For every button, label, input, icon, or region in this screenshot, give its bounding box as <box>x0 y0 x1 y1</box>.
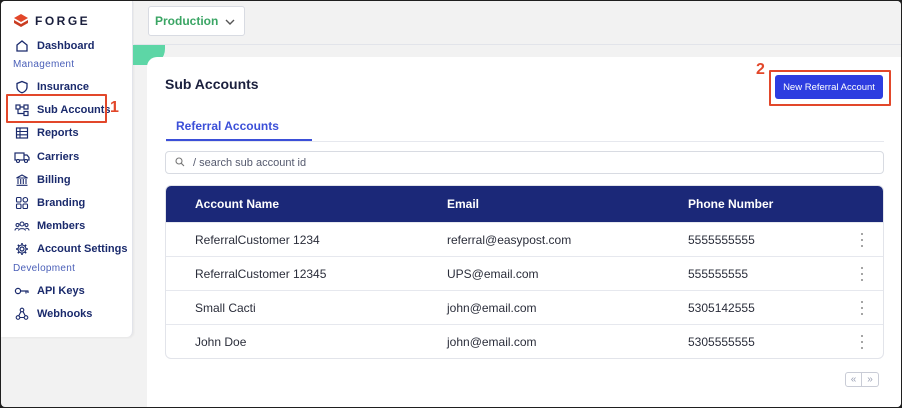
sidebar-item-webhooks[interactable]: Webhooks <box>13 304 92 324</box>
row-actions-menu-icon[interactable] <box>856 334 868 350</box>
sidebar-item-billing[interactable]: Billing <box>13 170 71 190</box>
sidebar-item-branding[interactable]: Branding <box>13 193 85 213</box>
cell-account-name: ReferralCustomer 12345 <box>195 267 327 281</box>
table-row[interactable]: Small Cacti john@email.com 5305142555 <box>166 290 883 324</box>
sidebar-item-label: Dashboard <box>37 40 95 52</box>
bank-icon <box>13 171 31 189</box>
cell-account-name: Small Cacti <box>195 301 256 315</box>
top-bar: Production <box>134 1 901 45</box>
sidebar-item-carriers[interactable]: Carriers <box>13 147 79 167</box>
tab-referral-accounts[interactable]: Referral Accounts <box>176 119 279 133</box>
forge-logo-icon <box>14 14 28 27</box>
annotation-number-1: 1 <box>110 99 119 116</box>
search-input[interactable] <box>193 156 853 169</box>
app-window: FORGE Dashboard Management Insurance Sub… <box>1 1 901 407</box>
sidebar: FORGE Dashboard Management Insurance Sub… <box>1 1 133 337</box>
pagination: « » <box>845 372 879 387</box>
brand-name: FORGE <box>35 14 91 28</box>
people-icon <box>13 217 31 235</box>
column-header-email[interactable]: Email <box>447 197 479 211</box>
home-icon <box>13 37 31 55</box>
sidebar-item-label: Insurance <box>37 81 89 93</box>
table-row[interactable]: ReferralCustomer 12345 UPS@email.com 555… <box>166 256 883 290</box>
annotation-number-2: 2 <box>756 61 765 78</box>
row-actions-menu-icon[interactable] <box>856 266 868 282</box>
truck-icon <box>13 148 31 166</box>
cell-phone: 5555555555 <box>688 233 755 247</box>
chevron-down-icon <box>224 16 236 30</box>
table-row[interactable]: John Doe john@email.com 5305555555 <box>166 324 883 358</box>
section-development: Development <box>13 263 76 274</box>
row-actions-menu-icon[interactable] <box>856 300 868 316</box>
sidebar-item-members[interactable]: Members <box>13 216 85 236</box>
environment-value: Production <box>155 14 219 28</box>
previous-page-button[interactable]: « <box>845 372 862 387</box>
next-page-button[interactable]: » <box>862 372 879 387</box>
sidebar-item-label: Carriers <box>37 151 80 163</box>
sidebar-item-label: Branding <box>37 197 86 209</box>
search-icon <box>175 154 185 172</box>
column-header-account-name[interactable]: Account Name <box>195 197 279 211</box>
cell-phone: 555555555 <box>688 267 749 281</box>
table-row[interactable]: ReferralCustomer 1234 referral@easypost.… <box>166 222 883 256</box>
palette-icon <box>13 194 31 212</box>
sidebar-item-api-keys[interactable]: API Keys <box>13 281 85 301</box>
sidebar-item-label: Members <box>37 220 86 232</box>
main-content-card: Sub Accounts New Referral Account Referr… <box>147 57 901 407</box>
sidebar-item-label: Account Settings <box>37 243 128 255</box>
cell-phone: 5305142555 <box>688 301 755 315</box>
environment-select[interactable]: Production <box>148 6 245 36</box>
brand-logo[interactable]: FORGE <box>13 13 90 29</box>
sidebar-item-label: API Keys <box>37 285 85 297</box>
column-header-phone-number[interactable]: Phone Number <box>688 197 773 211</box>
cell-email: UPS@email.com <box>447 267 539 281</box>
sidebar-item-reports[interactable]: Reports <box>13 123 79 143</box>
row-actions-menu-icon[interactable] <box>856 232 868 248</box>
search-bar[interactable] <box>165 151 884 174</box>
sidebar-item-account-settings[interactable]: Account Settings <box>13 239 127 259</box>
sidebar-item-label: Billing <box>37 174 71 186</box>
cell-email: john@email.com <box>447 335 537 349</box>
gear-icon <box>13 240 31 258</box>
cell-email: john@email.com <box>447 301 537 315</box>
section-management: Management <box>13 59 75 70</box>
table-header: Account Name Email Phone Number <box>166 186 883 222</box>
cell-account-name: John Doe <box>195 335 247 349</box>
sidebar-item-dashboard[interactable]: Dashboard <box>13 36 94 56</box>
cell-phone: 5305555555 <box>688 335 755 349</box>
sidebar-item-label: Reports <box>37 127 79 139</box>
webhook-icon <box>13 305 31 323</box>
page-title: Sub Accounts <box>165 76 259 92</box>
cell-email: referral@easypost.com <box>447 233 572 247</box>
table-icon <box>13 124 31 142</box>
sub-accounts-table: Account Name Email Phone Number Referral… <box>165 185 884 359</box>
tab-divider <box>166 141 884 142</box>
annotation-highlight-sub-accounts <box>6 94 107 123</box>
sidebar-item-label: Webhooks <box>37 308 93 320</box>
annotation-highlight-new-referral-button <box>769 70 891 106</box>
cell-account-name: ReferralCustomer 1234 <box>195 233 320 247</box>
key-icon <box>13 282 31 300</box>
